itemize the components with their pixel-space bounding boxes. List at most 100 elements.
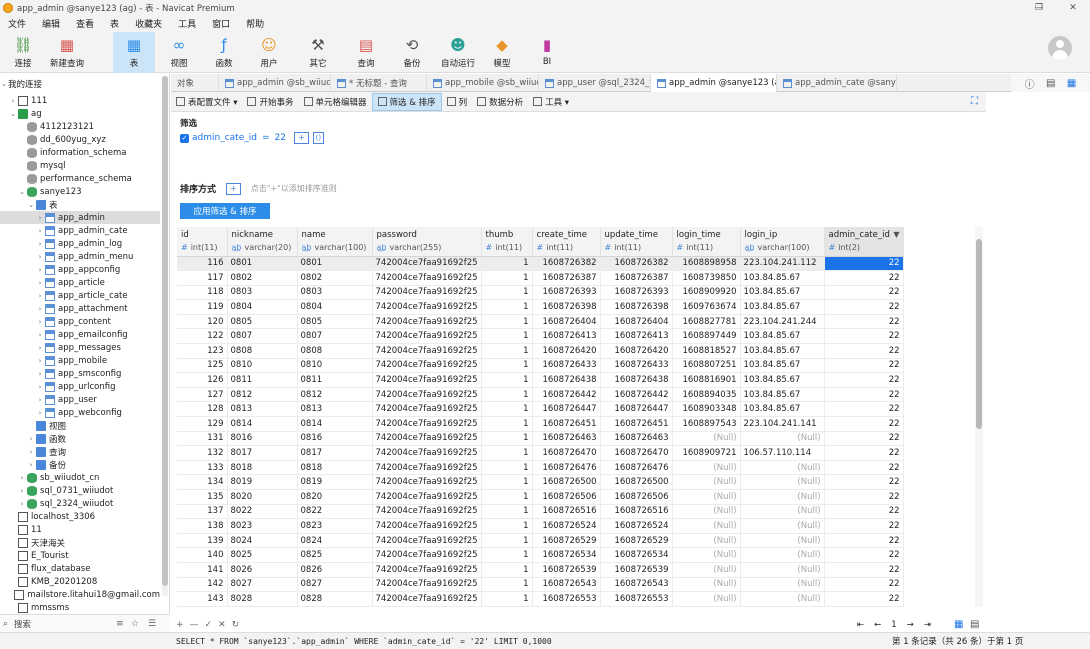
- table-row[interactable]: 139 8024 0824 742004ce7faa91692f25 1 16087265…: [177, 533, 904, 549]
- sidebar-item[interactable]: › app_content: [0, 315, 160, 328]
- table-cell[interactable]: 1608726404: [532, 314, 601, 330]
- sidebar-item[interactable]: › app_appconfig: [0, 263, 160, 276]
- table-cell[interactable]: 1608726438: [600, 372, 673, 388]
- table-cell[interactable]: 1608909920: [672, 285, 741, 301]
- chevron-right-icon[interactable]: ›: [36, 214, 44, 222]
- table-cell[interactable]: 1: [481, 474, 533, 490]
- table-cell[interactable]: 0822: [297, 504, 373, 520]
- table-cell[interactable]: 22: [824, 314, 904, 330]
- table-cell[interactable]: 22: [824, 504, 904, 520]
- sidebar-item[interactable]: › sb_wiiudot_cn: [0, 471, 160, 484]
- table-cell[interactable]: 22: [824, 591, 904, 607]
- sidebar-item[interactable]: › app_admin: [0, 211, 160, 224]
- menu-item[interactable]: 收藏夹: [127, 17, 170, 30]
- toolbar-view-button[interactable]: ∞ 视图: [159, 32, 199, 73]
- grid-vertical-scrollbar[interactable]: [975, 227, 983, 607]
- table-cell[interactable]: (Null): [740, 518, 825, 534]
- sidebar-item[interactable]: KMB_20201208: [0, 575, 160, 588]
- menu-item[interactable]: 窗口: [204, 17, 238, 30]
- last-page-icon[interactable]: ⇥: [924, 620, 931, 630]
- table-cell[interactable]: 22: [824, 256, 904, 272]
- table-cell[interactable]: 1: [481, 547, 533, 563]
- table-cell[interactable]: 0817: [297, 445, 373, 461]
- chevron-right-icon[interactable]: ›: [27, 461, 35, 469]
- table-cell[interactable]: 0813: [297, 401, 373, 418]
- table-cell[interactable]: 1608726476: [532, 460, 601, 476]
- table-cell[interactable]: 742004ce7faa91692f25: [372, 504, 482, 520]
- menu-item[interactable]: 工具: [170, 17, 204, 30]
- table-cell[interactable]: 0801: [297, 256, 373, 272]
- table-cell[interactable]: 0816: [297, 431, 373, 447]
- table-cell[interactable]: 22: [824, 416, 904, 432]
- table-row[interactable]: 140 8025 0825 742004ce7faa91692f25 1 16087265…: [177, 547, 904, 563]
- table-cell[interactable]: 1: [481, 416, 533, 432]
- table-cell[interactable]: 135: [177, 489, 228, 505]
- table-cell[interactable]: 22: [824, 489, 904, 505]
- sidebar-item[interactable]: › app_article: [0, 276, 160, 289]
- table-cell[interactable]: 0808: [227, 343, 298, 359]
- table-cell[interactable]: 1608726387: [532, 270, 601, 286]
- table-cell[interactable]: 0810: [297, 358, 373, 374]
- table-cell[interactable]: 106.57.110.114: [740, 445, 825, 461]
- sidebar-item[interactable]: › 111: [0, 94, 160, 107]
- table-cell[interactable]: (Null): [740, 474, 825, 490]
- chevron-right-icon[interactable]: ›: [36, 409, 44, 417]
- chevron-right-icon[interactable]: ›: [27, 435, 35, 443]
- toolbar-tools-button[interactable]: ⚒ 其它: [298, 32, 338, 73]
- table-row[interactable]: 129 0814 0814 742004ce7faa91692f25 1 16087264…: [177, 416, 904, 432]
- sidebar-item[interactable]: › app_emailconfig: [0, 328, 160, 341]
- sidebar-item[interactable]: mysql: [0, 159, 160, 172]
- table-cell[interactable]: 22: [824, 387, 904, 403]
- table-cell[interactable]: 0826: [297, 562, 373, 578]
- sidebar-item[interactable]: 4112123121: [0, 120, 160, 133]
- subtoolbar-cell-editor-button[interactable]: 单元格编辑器: [299, 93, 372, 111]
- table-cell[interactable]: 1608726529: [532, 533, 601, 549]
- table-cell[interactable]: 1608726420: [600, 343, 673, 359]
- sidebar-search[interactable]: ⌕ 搜索 ≡ ☆ ☰: [0, 614, 170, 632]
- chevron-right-icon[interactable]: ›: [36, 370, 44, 378]
- add-group-button[interactable]: (): [312, 132, 325, 144]
- table-cell[interactable]: 1608726553: [532, 591, 601, 607]
- column-header[interactable]: login_ip a͟b varchar(100): [740, 227, 825, 257]
- table-cell[interactable]: 8028: [227, 591, 298, 607]
- apply-filter-sort-button[interactable]: 应用筛选 & 排序: [180, 203, 270, 219]
- star-icon[interactable]: ☆: [131, 619, 139, 629]
- table-cell[interactable]: 22: [824, 328, 904, 345]
- table-cell[interactable]: (Null): [740, 460, 825, 476]
- table-cell[interactable]: 22: [824, 518, 904, 534]
- table-cell[interactable]: 1608726398: [532, 299, 601, 315]
- table-row[interactable]: 126 0811 0811 742004ce7faa91692f25 1 16087264…: [177, 372, 904, 388]
- table-cell[interactable]: 1: [481, 518, 533, 534]
- table-cell[interactable]: 0802: [297, 270, 373, 286]
- tab-1[interactable]: app_admin @sb_wiiudot_c...: [219, 74, 331, 92]
- table-cell[interactable]: 8017: [227, 445, 298, 461]
- menu-item[interactable]: 表: [102, 17, 127, 30]
- toolbar-new-query-button[interactable]: ▦ 新建查询: [47, 32, 87, 73]
- table-cell[interactable]: 0828: [297, 591, 373, 607]
- table-cell[interactable]: (Null): [672, 518, 741, 534]
- table-cell[interactable]: 0805: [297, 314, 373, 330]
- table-cell[interactable]: 143: [177, 591, 228, 607]
- toolbar-user-button[interactable]: ☺ 用户: [249, 32, 289, 73]
- refresh-icon[interactable]: ↻: [232, 620, 240, 630]
- table-cell[interactable]: 742004ce7faa91692f25: [372, 372, 482, 388]
- table-cell[interactable]: 1608816901: [672, 372, 741, 388]
- table-cell[interactable]: 742004ce7faa91692f25: [372, 445, 482, 461]
- table-cell[interactable]: 103.84.85.67: [740, 285, 825, 301]
- table-cell[interactable]: 117: [177, 270, 228, 286]
- table-cell[interactable]: (Null): [740, 489, 825, 505]
- user-avatar[interactable]: [1048, 36, 1072, 60]
- table-cell[interactable]: 142: [177, 577, 228, 593]
- table-cell[interactable]: 22: [824, 270, 904, 286]
- chevron-right-icon[interactable]: ›: [36, 383, 44, 391]
- table-row[interactable]: 128 0813 0813 742004ce7faa91692f25 1 16087264…: [177, 401, 904, 418]
- chevron-right-icon[interactable]: ›: [27, 448, 35, 456]
- table-cell[interactable]: 129: [177, 416, 228, 432]
- menu-item[interactable]: 文件: [0, 17, 34, 30]
- menu-item[interactable]: 编辑: [34, 17, 68, 30]
- table-cell[interactable]: 132: [177, 445, 228, 461]
- table-cell[interactable]: (Null): [672, 460, 741, 476]
- column-header[interactable]: thumb # int(11): [481, 227, 533, 257]
- sidebar-item[interactable]: ⌄ sanye123: [0, 185, 160, 198]
- chevron-right-icon[interactable]: ›: [36, 227, 44, 235]
